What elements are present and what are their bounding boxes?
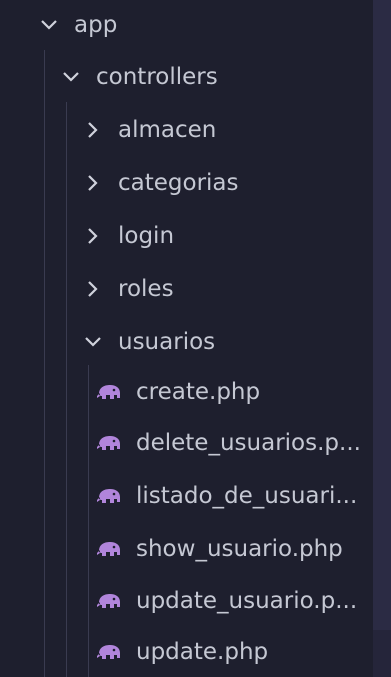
file-explorer-tree: app controllers almacen categorias login… (0, 0, 373, 677)
scrollbar-track[interactable] (373, 0, 391, 677)
folder-row-app[interactable]: app (0, 0, 373, 50)
chevron-down-icon (82, 331, 104, 353)
chevron-down-icon (38, 14, 60, 36)
chevron-down-icon (60, 66, 82, 88)
file-row-show-usuario[interactable]: show_usuario.php (0, 522, 373, 575)
folder-label-controllers: controllers (96, 63, 218, 90)
folder-row-almacen[interactable]: almacen (0, 103, 373, 156)
php-elephant-icon (96, 539, 122, 559)
folder-row-login[interactable]: login (0, 209, 373, 262)
chevron-right-icon (82, 225, 104, 247)
file-label: delete_usuarios.p... (136, 429, 361, 456)
folder-label-categorias: categorias (118, 169, 239, 196)
folder-label-usuarios: usuarios (118, 328, 216, 355)
file-label: listado_de_usuari... (136, 482, 358, 509)
file-row-create-php[interactable]: create.php (0, 365, 373, 418)
chevron-right-icon (82, 119, 104, 141)
folder-row-roles[interactable]: roles (0, 262, 373, 315)
php-elephant-icon (96, 591, 122, 611)
scrollbar-thumb[interactable] (373, 0, 391, 630)
file-label: update.php (136, 638, 269, 665)
file-label: update_usuario.p... (136, 587, 358, 614)
folder-label-login: login (118, 222, 175, 249)
file-label: create.php (136, 378, 261, 405)
file-row-update-usuario[interactable]: update_usuario.p... (0, 574, 373, 627)
php-elephant-icon (96, 642, 122, 662)
file-row-delete-usuarios[interactable]: delete_usuarios.p... (0, 416, 373, 469)
file-row-update-php[interactable]: update.php (0, 626, 373, 677)
folder-row-usuarios[interactable]: usuarios (0, 315, 373, 368)
file-row-listado-de-usuarios[interactable]: listado_de_usuari... (0, 469, 373, 522)
folder-label-app: app (74, 12, 118, 38)
php-elephant-icon (96, 486, 122, 506)
php-elephant-icon (96, 382, 122, 402)
folder-row-controllers[interactable]: controllers (0, 50, 373, 103)
folder-label-roles: roles (118, 275, 174, 302)
file-label: show_usuario.php (136, 535, 343, 562)
php-elephant-icon (96, 433, 122, 453)
chevron-right-icon (82, 172, 104, 194)
chevron-right-icon (82, 278, 104, 300)
folder-label-almacen: almacen (118, 116, 217, 143)
folder-row-categorias[interactable]: categorias (0, 156, 373, 209)
